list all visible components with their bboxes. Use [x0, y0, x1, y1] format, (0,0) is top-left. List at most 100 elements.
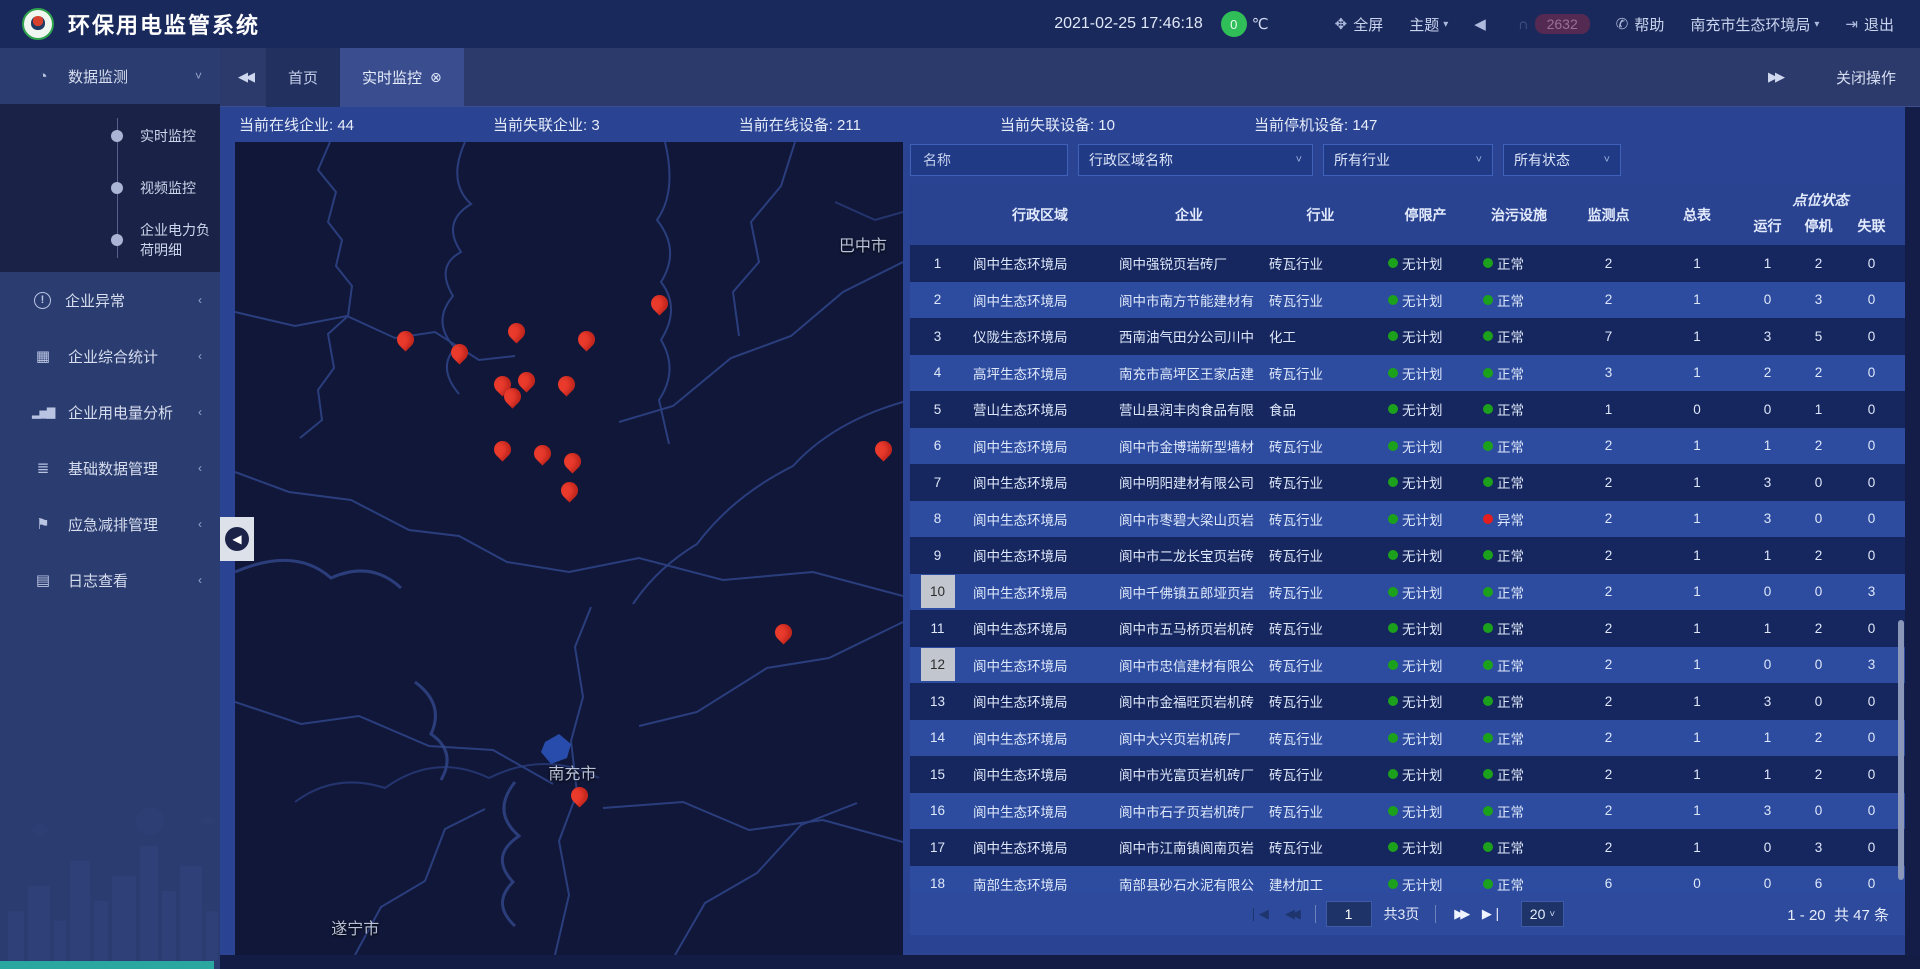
- chevron-down-icon: ˅: [1466, 154, 1482, 166]
- map-pin[interactable]: [557, 478, 581, 502]
- table-row[interactable]: 5营山生态环境局营山县润丰肉食品有限食品无计划正常10010: [910, 391, 1905, 428]
- table-row[interactable]: 2阆中生态环境局阆中市南方节能建材有砖瓦行业无计划正常21030: [910, 282, 1905, 319]
- prev-page-button[interactable]: ◀◀: [1285, 906, 1297, 922]
- region-select[interactable]: 行政区域名称˅: [1078, 144, 1313, 176]
- cell-total-meters: 1: [1652, 584, 1742, 599]
- map-pin[interactable]: [394, 328, 418, 352]
- cell-industry: 砖瓦行业: [1263, 436, 1378, 456]
- cell-lost: 0: [1844, 694, 1899, 709]
- map-pin[interactable]: [491, 438, 515, 462]
- table-row[interactable]: 3仪陇生态环境局西南油气田分公司川中化工无计划正常71350: [910, 318, 1905, 355]
- map-pin[interactable]: [871, 438, 895, 462]
- tab-首页[interactable]: 首页: [266, 48, 340, 107]
- map-pin[interactable]: [531, 442, 555, 466]
- production-status-label: 无计划: [1402, 764, 1443, 784]
- sidebar-group-3[interactable]: ▦企业综合统计‹: [0, 328, 220, 384]
- sidebar-group-7[interactable]: ▤日志查看‹: [0, 552, 220, 608]
- table-body: 1阆中生态环境局阆中强锐页岩砖厂砖瓦行业无计划正常21120 2 阆中生态环境局阆中…: [910, 245, 1905, 893]
- org-dropdown[interactable]: 南充市生态环境局▾: [1690, 14, 1819, 35]
- row-number: 14: [910, 721, 965, 754]
- cell-monitor-points: 2: [1565, 438, 1652, 453]
- table-row[interactable]: 12阆中生态环境局阆中市忠信建材有限公砖瓦行业无计划正常21003: [910, 647, 1905, 684]
- map-canvas[interactable]: 巴中市南充市遂宁市: [235, 142, 903, 955]
- table-row[interactable]: 14阆中生态环境局阆中大兴页岩机砖厂砖瓦行业无计划正常21120: [910, 720, 1905, 757]
- table-row[interactable]: 9阆中生态环境局阆中市二龙长宝页岩砖砖瓦行业无计划正常21120: [910, 537, 1905, 574]
- table-row[interactable]: 6阆中生态环境局阆中市金博瑞新型墙材砖瓦行业无计划正常21120: [910, 428, 1905, 465]
- table-row[interactable]: 8阆中生态环境局阆中市枣碧大梁山页岩砖瓦行业无计划异常21300: [910, 501, 1905, 538]
- chevron-down-icon: ˅: [195, 69, 202, 83]
- cell-bureau: 阆中生态环境局: [965, 436, 1115, 456]
- scroll-tabs-right-icon[interactable]: ▶▶: [1768, 69, 1782, 85]
- sidebar-submenu: 实时监控视频监控企业电力负荷明细: [0, 104, 220, 272]
- page-size-select[interactable]: 20˅: [1521, 901, 1564, 927]
- map-pin[interactable]: [648, 291, 672, 315]
- map-pin[interactable]: [567, 783, 591, 807]
- close-icon[interactable]: ⊗: [430, 69, 442, 86]
- sidebar-group-1[interactable]: ◔数据监测˅: [0, 48, 220, 104]
- table-row[interactable]: 10阆中生态环境局阆中千佛镇五郎垭页岩砖瓦行业无计划正常21003: [910, 574, 1905, 611]
- row-number: 15: [910, 758, 965, 791]
- name-search-input[interactable]: [910, 144, 1068, 176]
- tab-实时监控[interactable]: 实时监控⊗: [340, 48, 464, 107]
- table-row[interactable]: 15阆中生态环境局阆中市光富页岩机砖厂砖瓦行业无计划正常21120: [910, 756, 1905, 793]
- table-row[interactable]: 4高坪生态环境局南充市高坪区王家店建砖瓦行业无计划正常31220: [910, 355, 1905, 392]
- sidebar-item-视频监控[interactable]: 视频监控: [0, 162, 220, 214]
- sidebar-group-2[interactable]: !企业异常‹: [0, 272, 220, 328]
- theme-dropdown[interactable]: 主题▾: [1409, 14, 1448, 35]
- table-row[interactable]: 17阆中生态环境局阆中市江南镇阆南页岩砖瓦行业无计划正常21030: [910, 829, 1905, 866]
- row-number-badge: 18: [921, 867, 955, 893]
- map-pin[interactable]: [561, 450, 585, 474]
- scroll-tabs-left-icon[interactable]: ◀◀: [238, 69, 252, 85]
- cell-lost: 0: [1844, 402, 1899, 417]
- notification-widget[interactable]: ∩ 2632: [1518, 14, 1590, 34]
- cell-bureau: 仪陇生态环境局: [965, 326, 1115, 346]
- map-pin[interactable]: [504, 320, 528, 344]
- sidebar-item-实时监控[interactable]: 实时监控: [0, 110, 220, 162]
- next-page-button[interactable]: ▶▶: [1454, 906, 1466, 922]
- cell-lost: 0: [1844, 511, 1899, 526]
- table-row[interactable]: 1阆中生态环境局阆中强锐页岩砖厂砖瓦行业无计划正常21120: [910, 245, 1905, 282]
- status-dot-icon: [1388, 368, 1398, 378]
- page-input[interactable]: [1326, 901, 1372, 927]
- top-header: 环保用电监管系统 2021-02-25 17:46:18 0 ℃ ✥ 全屏 主题…: [0, 0, 1920, 48]
- table-row[interactable]: 13阆中生态环境局阆中市金福旺页岩机砖砖瓦行业无计划正常21300: [910, 683, 1905, 720]
- sidebar-group-6[interactable]: ⚑应急减排管理‹: [0, 496, 220, 552]
- cell-facility-status: 正常: [1473, 691, 1565, 711]
- fullscreen-button[interactable]: ✥ 全屏: [1335, 14, 1384, 35]
- sidebar-item-企业电力负荷明细[interactable]: 企业电力负荷明细: [0, 214, 220, 266]
- close-operations-button[interactable]: 关闭操作: [1836, 67, 1896, 88]
- first-page-button[interactable]: ❘◀: [1248, 906, 1269, 922]
- status-dot-icon: [1388, 733, 1398, 743]
- mute-button[interactable]: ◀: [1474, 15, 1492, 33]
- sidebar: ◔数据监测˅实时监控视频监控企业电力负荷明细!企业异常‹▦企业综合统计‹▂▅▇企…: [0, 48, 220, 969]
- row-number: 13: [910, 685, 965, 718]
- map-pin[interactable]: [447, 340, 471, 364]
- logout-button[interactable]: ⇥ 退出: [1845, 14, 1894, 35]
- cell-running: 0: [1742, 402, 1793, 417]
- map-pin[interactable]: [554, 373, 578, 397]
- last-page-button[interactable]: ▶❘: [1482, 906, 1503, 922]
- cell-monitor-points: 2: [1565, 292, 1652, 307]
- status-select[interactable]: 所有状态˅: [1503, 144, 1621, 176]
- total-pages-label: 共3页: [1384, 904, 1420, 924]
- cell-industry: 砖瓦行业: [1263, 764, 1378, 784]
- chevron-down-icon: ˅: [1594, 154, 1610, 166]
- table-row[interactable]: 11阆中生态环境局阆中市五马桥页岩机砖砖瓦行业无计划正常21120: [910, 610, 1905, 647]
- cell-bureau: 阆中生态环境局: [965, 837, 1115, 857]
- cell-stopped: 3: [1793, 840, 1844, 855]
- table-row[interactable]: 16阆中生态环境局阆中市石子页岩机砖厂砖瓦行业无计划正常21300: [910, 793, 1905, 830]
- table-row[interactable]: 18南部生态环境局南部县砂石水泥有限公建材加工无计划正常60060: [910, 866, 1905, 894]
- table-row[interactable]: 7阆中生态环境局阆中明阳建材有限公司砖瓦行业无计划正常21300: [910, 464, 1905, 501]
- map-pin[interactable]: [574, 328, 598, 352]
- cell-industry: 砖瓦行业: [1263, 691, 1378, 711]
- cell-bureau: 阆中生态环境局: [965, 290, 1115, 310]
- map-collapse-button[interactable]: ◀: [220, 517, 254, 561]
- industry-select[interactable]: 所有行业˅: [1323, 144, 1493, 176]
- sidebar-group-5[interactable]: ≣基础数据管理‹: [0, 440, 220, 496]
- sidebar-group-4[interactable]: ▂▅▇企业用电量分析‹: [0, 384, 220, 440]
- help-button[interactable]: ✆ 帮助: [1616, 14, 1665, 35]
- cell-total-meters: 1: [1652, 438, 1742, 453]
- map-pin[interactable]: [771, 621, 795, 645]
- table-scrollbar[interactable]: [1898, 620, 1904, 880]
- cell-facility-status: 正常: [1473, 472, 1565, 492]
